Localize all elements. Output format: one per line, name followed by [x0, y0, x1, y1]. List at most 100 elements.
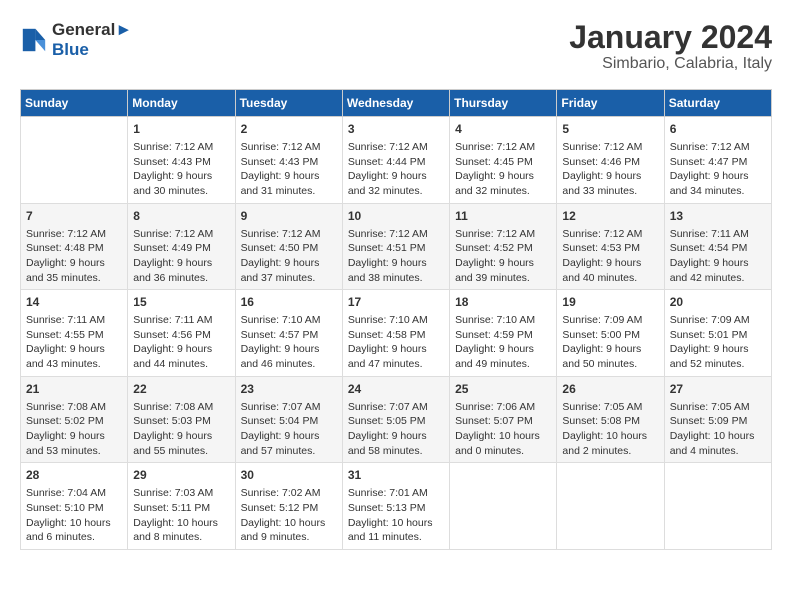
calendar-table: SundayMondayTuesdayWednesdayThursdayFrid…	[20, 89, 772, 550]
day-cell	[664, 463, 771, 550]
week-row-2: 7 Sunrise: 7:12 AMSunset: 4:48 PMDaylight…	[21, 203, 772, 290]
week-row-1: 1 Sunrise: 7:12 AMSunset: 4:43 PMDaylight…	[21, 117, 772, 204]
day-number: 17	[348, 294, 444, 311]
calendar-title: January 2024	[569, 20, 772, 55]
day-number: 1	[133, 121, 229, 138]
day-details: Sunrise: 7:02 AMSunset: 5:12 PMDaylight:…	[241, 486, 337, 545]
day-number: 11	[455, 208, 551, 225]
page-header: General► Blue January 2024 Simbario, Cal…	[20, 20, 772, 73]
logo-icon	[20, 26, 48, 54]
day-cell: 17 Sunrise: 7:10 AMSunset: 4:58 PMDayligh…	[342, 290, 449, 377]
day-details: Sunrise: 7:05 AMSunset: 5:09 PMDaylight:…	[670, 400, 766, 459]
calendar-subtitle: Simbario, Calabria, Italy	[569, 55, 772, 73]
day-number: 13	[670, 208, 766, 225]
day-number: 7	[26, 208, 122, 225]
day-number: 2	[241, 121, 337, 138]
day-cell: 13 Sunrise: 7:11 AMSunset: 4:54 PMDayligh…	[664, 203, 771, 290]
day-cell: 28 Sunrise: 7:04 AMSunset: 5:10 PMDayligh…	[21, 463, 128, 550]
day-cell: 15Sunrise: 7:11 AMSunset: 4:56 PMDayligh…	[128, 290, 235, 377]
day-details: Sunrise: 7:07 AMSunset: 5:05 PMDaylight:…	[348, 400, 444, 459]
day-number: 8	[133, 208, 229, 225]
day-details: Sunrise: 7:12 AMSunset: 4:46 PMDaylight:…	[562, 140, 658, 199]
day-cell: 11 Sunrise: 7:12 AMSunset: 4:52 PMDayligh…	[450, 203, 557, 290]
day-cell: 18 Sunrise: 7:10 AMSunset: 4:59 PMDayligh…	[450, 290, 557, 377]
day-details: Sunrise: 7:10 AMSunset: 4:57 PMDaylight:…	[241, 313, 337, 372]
day-details: Sunrise: 7:07 AMSunset: 5:04 PMDaylight:…	[241, 400, 337, 459]
col-header-tuesday: Tuesday	[235, 90, 342, 117]
day-details: Sunrise: 7:10 AMSunset: 4:58 PMDaylight:…	[348, 313, 444, 372]
day-cell: 10Sunrise: 7:12 AMSunset: 4:51 PMDayligh…	[342, 203, 449, 290]
day-cell: 9 Sunrise: 7:12 AMSunset: 4:50 PMDaylight…	[235, 203, 342, 290]
day-number: 3	[348, 121, 444, 138]
day-cell: 26Sunrise: 7:05 AMSunset: 5:08 PMDayligh…	[557, 376, 664, 463]
day-details: Sunrise: 7:01 AMSunset: 5:13 PMDaylight:…	[348, 486, 444, 545]
day-cell: 1 Sunrise: 7:12 AMSunset: 4:43 PMDaylight…	[128, 117, 235, 204]
week-row-5: 28 Sunrise: 7:04 AMSunset: 5:10 PMDayligh…	[21, 463, 772, 550]
day-details: Sunrise: 7:05 AMSunset: 5:08 PMDaylight:…	[562, 400, 658, 459]
day-cell: 24 Sunrise: 7:07 AMSunset: 5:05 PMDayligh…	[342, 376, 449, 463]
day-number: 9	[241, 208, 337, 225]
day-details: Sunrise: 7:06 AMSunset: 5:07 PMDaylight:…	[455, 400, 551, 459]
day-details: Sunrise: 7:04 AMSunset: 5:10 PMDaylight:…	[26, 486, 122, 545]
day-cell: 23 Sunrise: 7:07 AMSunset: 5:04 PMDayligh…	[235, 376, 342, 463]
day-details: Sunrise: 7:11 AMSunset: 4:55 PMDaylight:…	[26, 313, 122, 372]
day-cell: 4 Sunrise: 7:12 AMSunset: 4:45 PMDaylight…	[450, 117, 557, 204]
day-cell: 22Sunrise: 7:08 AMSunset: 5:03 PMDayligh…	[128, 376, 235, 463]
day-details: Sunrise: 7:08 AMSunset: 5:02 PMDaylight:…	[26, 400, 122, 459]
day-number: 28	[26, 467, 122, 484]
day-details: Sunrise: 7:10 AMSunset: 4:59 PMDaylight:…	[455, 313, 551, 372]
title-block: January 2024 Simbario, Calabria, Italy	[569, 20, 772, 73]
day-details: Sunrise: 7:11 AMSunset: 4:54 PMDaylight:…	[670, 227, 766, 286]
col-header-friday: Friday	[557, 90, 664, 117]
col-header-sunday: Sunday	[21, 90, 128, 117]
day-details: Sunrise: 7:09 AMSunset: 5:00 PMDaylight:…	[562, 313, 658, 372]
day-details: Sunrise: 7:12 AMSunset: 4:53 PMDaylight:…	[562, 227, 658, 286]
day-cell: 6Sunrise: 7:12 AMSunset: 4:47 PMDaylight…	[664, 117, 771, 204]
day-number: 16	[241, 294, 337, 311]
day-number: 19	[562, 294, 658, 311]
day-cell: 8Sunrise: 7:12 AMSunset: 4:49 PMDaylight…	[128, 203, 235, 290]
day-number: 29	[133, 467, 229, 484]
day-number: 27	[670, 381, 766, 398]
day-details: Sunrise: 7:09 AMSunset: 5:01 PMDaylight:…	[670, 313, 766, 372]
day-cell: 14Sunrise: 7:11 AMSunset: 4:55 PMDayligh…	[21, 290, 128, 377]
day-details: Sunrise: 7:12 AMSunset: 4:50 PMDaylight:…	[241, 227, 337, 286]
column-headers: SundayMondayTuesdayWednesdayThursdayFrid…	[21, 90, 772, 117]
day-cell: 27 Sunrise: 7:05 AMSunset: 5:09 PMDayligh…	[664, 376, 771, 463]
day-cell: 30 Sunrise: 7:02 AMSunset: 5:12 PMDayligh…	[235, 463, 342, 550]
day-cell	[557, 463, 664, 550]
day-details: Sunrise: 7:12 AMSunset: 4:43 PMDaylight:…	[241, 140, 337, 199]
day-number: 15	[133, 294, 229, 311]
col-header-thursday: Thursday	[450, 90, 557, 117]
day-details: Sunrise: 7:03 AMSunset: 5:11 PMDaylight:…	[133, 486, 229, 545]
day-cell: 7 Sunrise: 7:12 AMSunset: 4:48 PMDaylight…	[21, 203, 128, 290]
day-details: Sunrise: 7:12 AMSunset: 4:51 PMDaylight:…	[348, 227, 444, 286]
day-details: Sunrise: 7:08 AMSunset: 5:03 PMDaylight:…	[133, 400, 229, 459]
logo: General► Blue	[20, 20, 132, 60]
day-details: Sunrise: 7:12 AMSunset: 4:43 PMDaylight:…	[133, 140, 229, 199]
day-number: 12	[562, 208, 658, 225]
day-cell	[450, 463, 557, 550]
day-cell: 21 Sunrise: 7:08 AMSunset: 5:02 PMDayligh…	[21, 376, 128, 463]
day-number: 5	[562, 121, 658, 138]
day-number: 4	[455, 121, 551, 138]
day-number: 30	[241, 467, 337, 484]
day-cell: 25 Sunrise: 7:06 AMSunset: 5:07 PMDayligh…	[450, 376, 557, 463]
day-number: 25	[455, 381, 551, 398]
day-details: Sunrise: 7:12 AMSunset: 4:45 PMDaylight:…	[455, 140, 551, 199]
day-details: Sunrise: 7:12 AMSunset: 4:47 PMDaylight:…	[670, 140, 766, 199]
day-number: 24	[348, 381, 444, 398]
logo-text: General► Blue	[52, 20, 132, 60]
day-cell	[21, 117, 128, 204]
week-row-4: 21 Sunrise: 7:08 AMSunset: 5:02 PMDayligh…	[21, 376, 772, 463]
day-number: 18	[455, 294, 551, 311]
col-header-monday: Monday	[128, 90, 235, 117]
day-number: 21	[26, 381, 122, 398]
day-number: 20	[670, 294, 766, 311]
col-header-wednesday: Wednesday	[342, 90, 449, 117]
day-details: Sunrise: 7:12 AMSunset: 4:48 PMDaylight:…	[26, 227, 122, 286]
day-cell: 31Sunrise: 7:01 AMSunset: 5:13 PMDayligh…	[342, 463, 449, 550]
day-details: Sunrise: 7:12 AMSunset: 4:52 PMDaylight:…	[455, 227, 551, 286]
day-number: 23	[241, 381, 337, 398]
day-cell: 16 Sunrise: 7:10 AMSunset: 4:57 PMDayligh…	[235, 290, 342, 377]
